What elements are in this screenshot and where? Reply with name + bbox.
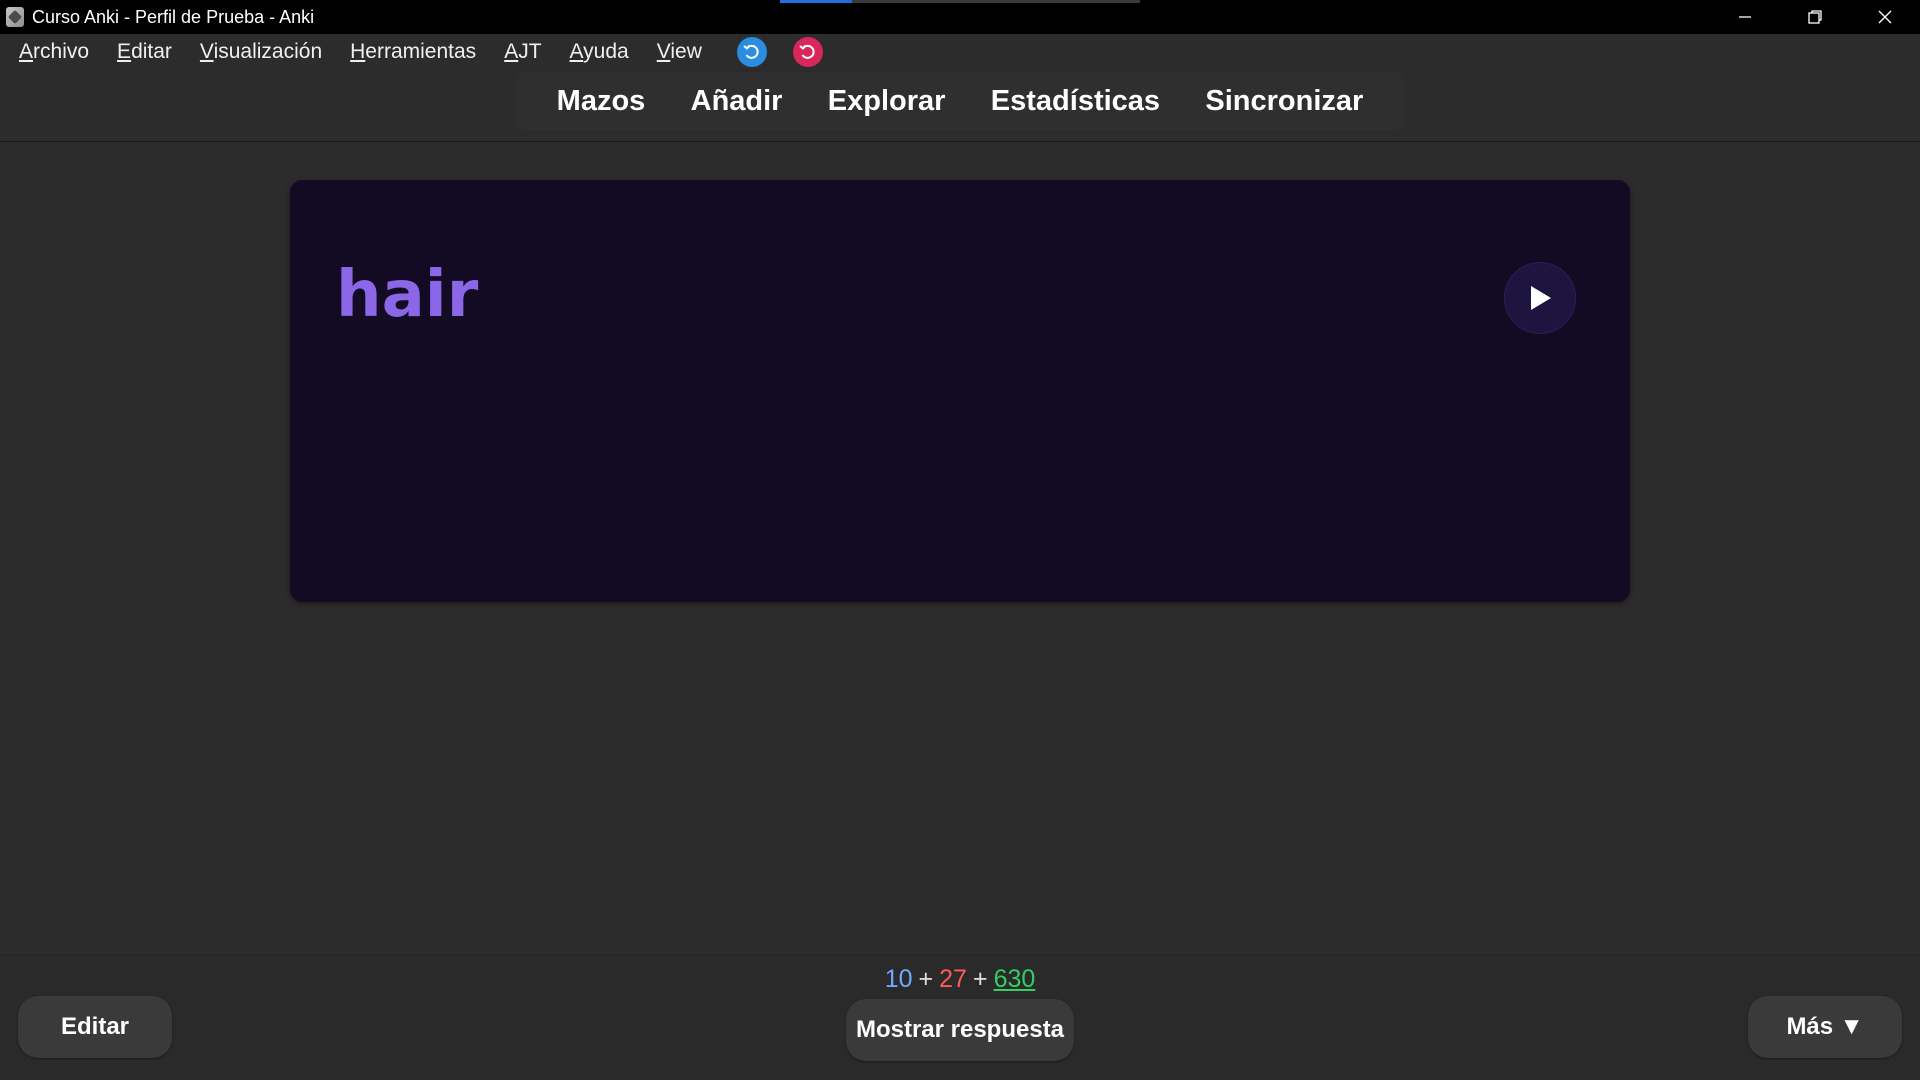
menu-ayuda[interactable]: Ayuda bbox=[559, 36, 640, 68]
menu-ajt[interactable]: AJT bbox=[493, 36, 552, 68]
play-audio-button[interactable] bbox=[1504, 262, 1576, 334]
menu-herramientas[interactable]: Herramientas bbox=[339, 36, 487, 68]
card-front-word: hair bbox=[336, 258, 479, 332]
window-controls bbox=[1710, 0, 1920, 34]
menu-visualizacion[interactable]: Visualización bbox=[189, 36, 333, 68]
review-area: hair bbox=[0, 142, 1920, 954]
menu-view-accel: V bbox=[656, 40, 671, 63]
menu-archivo[interactable]: Archivo bbox=[8, 36, 100, 68]
close-button[interactable] bbox=[1850, 0, 1920, 34]
menu-editar-accel: E bbox=[117, 40, 132, 63]
toolbar-stats-link[interactable]: Estadísticas bbox=[983, 81, 1168, 122]
due-counts: 10 +27 +630 bbox=[0, 965, 1920, 994]
bottom-bar: 10 +27 +630 Editar Mostrar respuesta Más ▼ bbox=[0, 954, 1920, 1080]
minimize-icon bbox=[1739, 16, 1751, 18]
menu-ayuda-accel: A bbox=[569, 40, 584, 63]
restore-button[interactable] bbox=[1780, 0, 1850, 34]
undo-blue-icon bbox=[743, 44, 759, 59]
title-bar: Curso Anki - Perfil de Prueba - Anki bbox=[0, 0, 1920, 34]
new-count: 10 bbox=[884, 965, 913, 993]
menu-ayuda-label: yuda bbox=[583, 40, 629, 63]
menu-ajt-accel: A bbox=[504, 40, 519, 63]
menu-visualizacion-label: isualización bbox=[213, 40, 323, 63]
toolbar-sync-link[interactable]: Sincronizar bbox=[1197, 81, 1371, 122]
menu-bar: Archivo Editar Visualización Herramienta… bbox=[0, 34, 1920, 70]
menu-herramientas-accel: H bbox=[350, 40, 366, 63]
anki-app-icon bbox=[6, 7, 24, 27]
top-toolbar-area: Mazos Añadir Explorar Estadísticas Sincr… bbox=[0, 70, 1920, 142]
more-button[interactable]: Más ▼ bbox=[1748, 996, 1902, 1058]
plus-separator: + bbox=[972, 965, 988, 993]
menu-visualizacion-accel: V bbox=[199, 40, 214, 63]
undo-red-button[interactable] bbox=[792, 37, 823, 67]
top-toolbar: Mazos Añadir Explorar Estadísticas Sincr… bbox=[516, 72, 1404, 130]
menu-view-label: iew bbox=[670, 40, 702, 63]
menu-archivo-accel: A bbox=[19, 40, 34, 63]
menu-herramientas-label: erramientas bbox=[365, 40, 477, 63]
menu-ajt-label: JT bbox=[518, 40, 542, 63]
window-title: Curso Anki - Perfil de Prueba - Anki bbox=[32, 6, 315, 27]
flashcard: hair bbox=[290, 180, 1630, 602]
play-icon bbox=[1531, 286, 1551, 310]
show-answer-button[interactable]: Mostrar respuesta bbox=[846, 999, 1074, 1061]
edit-button[interactable]: Editar bbox=[18, 996, 172, 1058]
loading-progress-bar bbox=[780, 0, 1140, 3]
menu-editar-label: ditar bbox=[131, 40, 172, 63]
close-icon bbox=[1878, 10, 1892, 24]
undo-blue-button[interactable] bbox=[736, 37, 767, 67]
learn-count: 27 bbox=[939, 965, 967, 993]
plus-separator: + bbox=[918, 965, 934, 993]
loading-progress-fill bbox=[780, 0, 852, 3]
menu-view[interactable]: View bbox=[646, 36, 713, 68]
toolbar-browse-link[interactable]: Explorar bbox=[820, 81, 954, 122]
toolbar-add-link[interactable]: Añadir bbox=[683, 81, 791, 122]
undo-red-icon bbox=[799, 44, 815, 59]
menu-archivo-label: rchivo bbox=[33, 40, 90, 63]
menu-editar[interactable]: Editar bbox=[106, 36, 183, 68]
minimize-button[interactable] bbox=[1710, 0, 1780, 34]
restore-icon bbox=[1808, 10, 1822, 24]
review-count: 630 bbox=[993, 965, 1036, 993]
toolbar-decks-link[interactable]: Mazos bbox=[549, 81, 654, 122]
